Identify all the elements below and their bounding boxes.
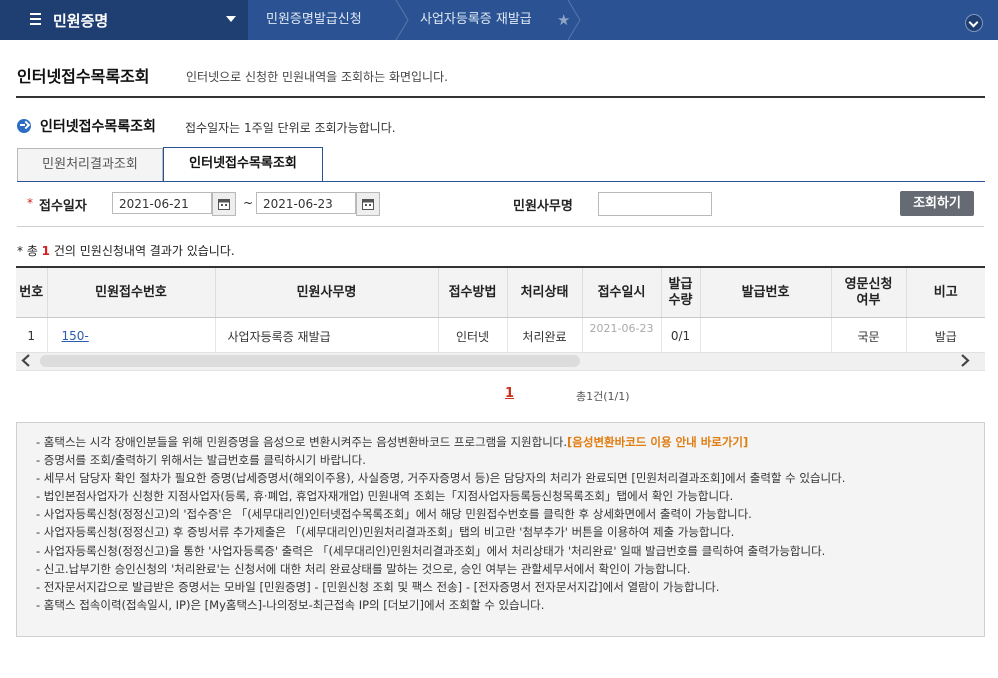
required-mark: * bbox=[27, 196, 33, 210]
table-header-row: 번호 민원접수번호 민원사무명 접수방법 처리상태 접수일시 발급 수량 발급번… bbox=[16, 266, 985, 318]
search-button[interactable]: 조회하기 bbox=[900, 191, 974, 216]
hamburger-icon bbox=[30, 13, 41, 27]
breadcrumb-civil-application[interactable]: 민원증명발급신청 bbox=[266, 0, 362, 40]
col-english: 영문신청 여부 bbox=[830, 266, 906, 318]
cell-receipt-no: 150- bbox=[46, 317, 215, 355]
notice-item: - 전자문서지갑으로 발급받은 증명서는 모바일 [민원증명] - [민원신청 … bbox=[36, 579, 720, 594]
scroll-left-icon[interactable] bbox=[16, 352, 36, 369]
calendar-icon[interactable] bbox=[212, 192, 236, 216]
cell-method: 인터넷 bbox=[437, 317, 507, 355]
date-value: 2021-06-23 bbox=[589, 322, 654, 335]
cell-english: 국문 bbox=[830, 317, 906, 355]
page-description: 인터넷으로 신청한 민원내역을 조회하는 화면입니다. bbox=[186, 70, 448, 84]
date-from-input[interactable]: 2021-06-21 bbox=[112, 192, 212, 214]
page-info: 총1건(1/1) bbox=[576, 390, 630, 403]
calendar-icon[interactable] bbox=[356, 192, 380, 216]
notice-item: - 세무서 담당자 확인 절차가 필요한 증명(납세증명서(해외이주용), 사실… bbox=[36, 471, 846, 486]
chevron-right-icon bbox=[395, 0, 409, 41]
result-suffix: 건의 민원신청내역 결과가 있습니다. bbox=[50, 244, 235, 258]
cell-note: 발급 bbox=[905, 317, 985, 355]
cell-qty: 0/1 bbox=[660, 317, 700, 355]
notice-item: - 법인본점사업자가 신청한 지점사업자(등록, 휴·폐업, 휴업자재개업) 민… bbox=[36, 489, 734, 504]
tab-result-inquiry[interactable]: 민원처리결과조회 bbox=[17, 148, 163, 181]
barcode-guide-link[interactable]: [음성변환바코드 이용 안내 바로가기] bbox=[567, 435, 748, 449]
top-navigation-bar: 민원증명 민원증명발급신청 사업자등록증 재발급 ★ bbox=[0, 0, 998, 41]
col-no: 번호 bbox=[16, 266, 47, 318]
section-note: 접수일자는 1주일 단위로 조회가능합니다. bbox=[185, 121, 396, 135]
result-count: * 총 1 건의 민원신청내역 결과가 있습니다. bbox=[17, 242, 235, 259]
scrollbar-thumb[interactable] bbox=[40, 355, 580, 367]
date-to-input[interactable]: 2021-06-23 bbox=[256, 192, 356, 214]
cell-service: 사업자등록증 재발급 bbox=[214, 317, 438, 355]
title-divider bbox=[16, 96, 985, 98]
cell-issue-no[interactable] bbox=[699, 317, 831, 355]
menu-title: 민원증명 bbox=[53, 12, 109, 30]
section-title: 인터넷접수목록조회 bbox=[40, 119, 156, 135]
expand-circle-icon[interactable] bbox=[965, 14, 983, 32]
notice-list: - 홈택스는 시각 장애인분들을 위해 민원증명을 음성으로 변환시켜주는 음성… bbox=[17, 423, 984, 614]
scroll-right-icon[interactable] bbox=[955, 352, 975, 369]
notice-item: - 신고.납부기한 승인신청의 '처리완료'는 신청서에 대한 처리 완료상태를… bbox=[36, 561, 691, 576]
tab-internet-receipt-list[interactable]: 인터넷접수목록조회 bbox=[163, 147, 323, 182]
cell-no: 1 bbox=[16, 317, 47, 355]
col-qty: 발급 수량 bbox=[660, 266, 700, 318]
notice-item: - 홈택스 접속이력(접속일시, IP)은 [My홈택스]-나의정보-최근접속 … bbox=[36, 597, 545, 612]
receipt-table: 번호 민원접수번호 민원사무명 접수방법 처리상태 접수일시 발급 수량 발급번… bbox=[16, 266, 985, 355]
col-date: 접수일시 bbox=[581, 266, 661, 318]
result-prefix: * 총 bbox=[17, 244, 42, 258]
menu-dropdown-button[interactable]: 민원증명 bbox=[0, 0, 248, 40]
notice-item: - 홈택스는 시각 장애인분들을 위해 민원증명을 음성으로 변환시켜주는 음성… bbox=[36, 433, 984, 451]
page-title: 인터넷접수목록조회 bbox=[17, 67, 150, 86]
cell-status: 처리완료 bbox=[506, 317, 582, 355]
notice-text: - 홈택스는 시각 장애인분들을 위해 민원증명을 음성으로 변환시켜주는 음성… bbox=[36, 435, 568, 449]
notice-item: - 사업자등록신청(정정신고)의 '접수증'은 「(세무대리인)인터넷접수목록조… bbox=[36, 507, 752, 522]
notice-box: - 홈택스는 시각 장애인분들을 위해 민원증명을 음성으로 변환시켜주는 음성… bbox=[16, 422, 985, 637]
result-count-number: 1 bbox=[41, 244, 51, 258]
caret-down-icon bbox=[226, 16, 236, 22]
service-name-input[interactable] bbox=[598, 192, 712, 216]
table-row: 1 150- 사업자등록증 재발급 인터넷 처리완료 2021-06-23 0/… bbox=[16, 317, 985, 355]
date-range-separator: ~ bbox=[243, 196, 254, 210]
col-method: 접수방법 bbox=[437, 266, 507, 318]
col-status: 처리상태 bbox=[506, 266, 582, 318]
arrow-circle-icon bbox=[17, 119, 31, 133]
col-note: 비고 bbox=[905, 266, 985, 318]
notice-item: - 사업자등록신청(정정신고)을 통한 '사업자등록증' 출력은 「(세무대리인… bbox=[36, 543, 826, 558]
notice-item: - 사업자등록신청(정정신고) 후 증빙서류 추가제출은 「(세무대리인)민원처… bbox=[36, 525, 735, 540]
col-service: 민원사무명 bbox=[214, 266, 438, 318]
service-name-label: 민원사무명 bbox=[513, 199, 573, 214]
chevron-right-icon bbox=[567, 0, 581, 41]
col-issue-no: 발급번호 bbox=[699, 266, 831, 318]
cell-date: 2021-06-23 bbox=[581, 317, 661, 355]
receipt-number-link[interactable]: 150- bbox=[62, 329, 89, 343]
notice-item: - 증명서를 조회/출력하기 위해서는 발급번호를 클릭하시기 바랍니다. bbox=[36, 453, 366, 468]
page-number-link[interactable]: 1 bbox=[505, 386, 514, 401]
date-label: 접수일자 bbox=[39, 199, 87, 214]
col-receipt-no: 민원접수번호 bbox=[46, 266, 215, 318]
breadcrumb-reissue[interactable]: 사업자등록증 재발급 bbox=[420, 0, 532, 40]
